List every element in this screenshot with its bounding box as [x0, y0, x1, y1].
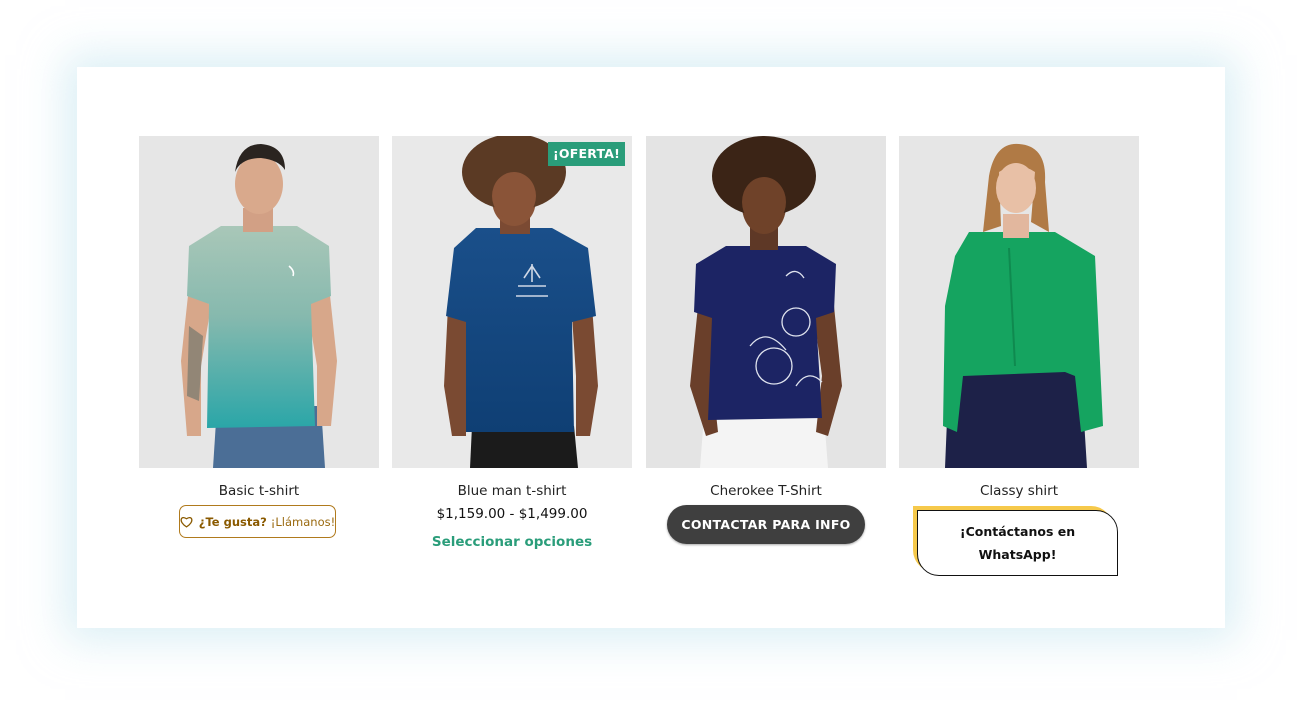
select-options-link[interactable]: Seleccionar opciones: [392, 532, 632, 552]
heart-outline-icon: [180, 516, 193, 528]
contact-for-info-button[interactable]: CONTACTAR PARA INFO: [667, 505, 865, 544]
product-name[interactable]: Basic t-shirt: [139, 481, 379, 501]
call-us-label: ¡Llámanos!: [270, 514, 336, 529]
product-classy-shirt: Classy shirt ¡Contáctanos en WhatsApp!: [899, 136, 1139, 596]
product-image[interactable]: [646, 136, 886, 468]
price-range: $1,159.00 - $1,499.00: [436, 506, 588, 522]
product-grid: Basic t-shirt ¿Te gusta? ¡Llámanos! ¡OFE…: [139, 136, 1139, 596]
product-image[interactable]: ¡OFERTA!: [392, 136, 632, 468]
product-name[interactable]: Blue man t-shirt: [392, 481, 632, 501]
woman-navy-tshirt-photo: [646, 136, 886, 468]
sale-badge: ¡OFERTA!: [548, 142, 625, 166]
like-question: ¿Te gusta?: [198, 514, 267, 529]
whatsapp-contact-button[interactable]: ¡Contáctanos en WhatsApp!: [917, 510, 1118, 576]
whatsapp-button-wrapper: ¡Contáctanos en WhatsApp!: [913, 506, 1119, 576]
man-green-tshirt-photo: [139, 136, 379, 468]
product-cherokee-tshirt: Cherokee T-Shirt CONTACTAR PARA INFO: [646, 136, 886, 596]
man-blue-tshirt-photo: [392, 136, 632, 468]
product-image[interactable]: [899, 136, 1139, 468]
product-image[interactable]: [139, 136, 379, 468]
product-name[interactable]: Cherokee T-Shirt: [646, 481, 886, 501]
page: Basic t-shirt ¿Te gusta? ¡Llámanos! ¡OFE…: [0, 0, 1300, 713]
woman-green-blouse-photo: [899, 136, 1139, 468]
product-blue-man-tshirt: ¡OFERTA! Blue man t-shirt $1,159.00 - $1…: [392, 136, 632, 596]
product-basic-tshirt: Basic t-shirt ¿Te gusta? ¡Llámanos!: [139, 136, 379, 596]
product-name[interactable]: Classy shirt: [899, 481, 1139, 501]
like-call-button[interactable]: ¿Te gusta? ¡Llámanos!: [179, 505, 336, 538]
